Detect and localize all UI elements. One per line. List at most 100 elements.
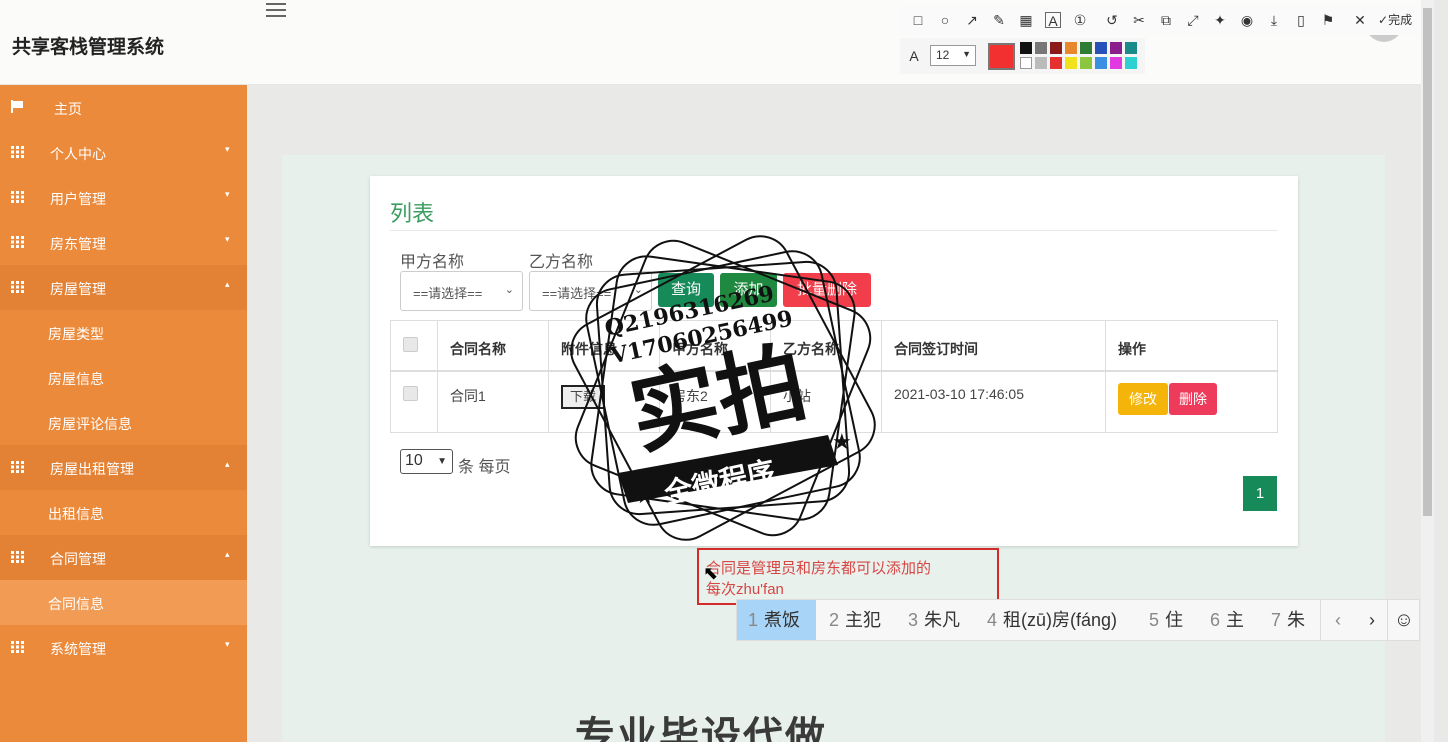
- sidebar-item-user-management[interactable]: 用户管理 ▾: [0, 175, 247, 220]
- ime-candidate[interactable]: 1 煮饭: [737, 600, 816, 640]
- sidebar-item-system-management[interactable]: 系统管理 ▾: [0, 625, 247, 670]
- bookmark-icon[interactable]: ⚑: [1320, 12, 1336, 28]
- number-tool-icon[interactable]: ①: [1072, 12, 1088, 28]
- translate-icon[interactable]: ⧉: [1158, 12, 1174, 28]
- page-scrollbar[interactable]: [1421, 0, 1434, 742]
- emoji-icon[interactable]: ☺: [1389, 600, 1419, 640]
- pen-tool-icon[interactable]: ✎: [991, 12, 1007, 28]
- ime-candidate-text: 朱凡: [924, 610, 961, 630]
- ime-candidate[interactable]: 5住: [1138, 600, 1194, 640]
- rectangle-tool-icon[interactable]: □: [910, 12, 926, 28]
- record-icon[interactable]: ◉: [1239, 12, 1255, 28]
- color-swatch[interactable]: [1020, 57, 1032, 69]
- annotation-line2: 每次zhu'fan: [706, 581, 784, 598]
- grid-icon: [11, 461, 25, 473]
- font-size-select[interactable]: 12 ▼: [930, 45, 976, 66]
- watermark-stamp: Q2196316269 V17060256499 实拍 全微程序 ★ ★: [570, 235, 876, 541]
- color-swatch[interactable]: [1125, 42, 1137, 54]
- color-swatch[interactable]: [1125, 57, 1137, 69]
- party-a-select[interactable]: ==请选择== ⌄: [400, 271, 523, 311]
- pin-icon[interactable]: ✦: [1212, 12, 1228, 28]
- per-page-text: 条 每页: [458, 459, 511, 476]
- ime-prev-button[interactable]: ‹: [1321, 600, 1355, 640]
- sidebar-item-label: 房屋类型: [48, 326, 104, 342]
- sidebar-item-personal-center[interactable]: 个人中心 ▾: [0, 130, 247, 175]
- color-swatch[interactable]: [1065, 42, 1077, 54]
- page-number-button[interactable]: 1: [1243, 476, 1277, 511]
- sidebar-item-contract-management[interactable]: 合同管理 ▴: [0, 535, 247, 580]
- arrow-tool-icon[interactable]: ↗: [964, 12, 980, 28]
- undo-icon[interactable]: ↺: [1104, 12, 1120, 28]
- color-swatch[interactable]: [1110, 42, 1122, 54]
- ime-candidate[interactable]: 6主: [1199, 600, 1255, 640]
- done-button[interactable]: ✓完成: [1378, 12, 1418, 28]
- cursor-icon: ⬉: [703, 563, 719, 583]
- ime-next-button[interactable]: ›: [1355, 600, 1389, 640]
- sidebar-item-house-info[interactable]: 房屋信息: [0, 355, 247, 400]
- done-label: 完成: [1388, 13, 1413, 27]
- color-swatch[interactable]: [1035, 57, 1047, 69]
- ime-candidate[interactable]: 3 朱凡: [897, 600, 971, 640]
- sidebar-item-rental-info[interactable]: 出租信息: [0, 490, 247, 535]
- sidebar-item-label: 个人中心: [50, 146, 106, 162]
- ime-candidate[interactable]: 2 主犯: [818, 600, 892, 640]
- sidebar-item-home[interactable]: 主页: [0, 85, 247, 130]
- scrollbar-thumb[interactable]: [1423, 8, 1432, 516]
- sidebar-item-contract-info[interactable]: 合同信息: [0, 580, 247, 625]
- color-swatch[interactable]: [1050, 57, 1062, 69]
- color-swatch[interactable]: [1020, 42, 1032, 54]
- close-icon[interactable]: ✕: [1352, 12, 1368, 28]
- download-icon[interactable]: ⤓: [1266, 12, 1282, 28]
- table-cell: 合同1: [438, 371, 549, 433]
- color-swatch[interactable]: [1110, 57, 1122, 69]
- mosaic-tool-icon[interactable]: ▦: [1018, 12, 1034, 28]
- chevron-down-icon: ▾: [225, 234, 230, 244]
- page-size-select[interactable]: 10 ▼: [400, 449, 453, 474]
- current-color-swatch[interactable]: [988, 43, 1015, 70]
- sidebar-item-landlord-management[interactable]: 房东管理 ▾: [0, 220, 247, 265]
- party-a-label: 甲方名称: [400, 254, 465, 271]
- row-checkbox[interactable]: [403, 386, 418, 401]
- text-tool-icon[interactable]: A: [1045, 12, 1061, 29]
- phone-icon[interactable]: ▯: [1293, 12, 1309, 28]
- table-cell: 2021-03-10 17:46:05: [882, 371, 1106, 433]
- annotation-line1: 合同是管理员和房东都可以添加的: [706, 560, 932, 577]
- app-title: 共享客栈管理系统: [12, 37, 165, 58]
- sidebar-item-house-management[interactable]: 房屋管理 ▴: [0, 265, 247, 310]
- annotation-textbox[interactable]: 合同是管理员和房东都可以添加的 每次zhu'fan: [697, 548, 999, 605]
- cut-icon[interactable]: ✂: [1131, 12, 1147, 28]
- color-swatch[interactable]: [1050, 42, 1062, 54]
- party-a-select-value: ==请选择==: [413, 286, 483, 301]
- sidebar-item-label: 房屋评论信息: [48, 416, 132, 432]
- ime-candidate[interactable]: 4 租(zū)房(fáng): [976, 600, 1128, 640]
- page-size-value: 10: [405, 452, 423, 469]
- ime-candidate[interactable]: 7朱: [1260, 600, 1316, 640]
- font-size-value: 12: [936, 48, 950, 62]
- ime-candidate-number: 7: [1271, 610, 1282, 630]
- sidebar-item-house-type[interactable]: 房屋类型: [0, 310, 247, 355]
- sidebar-item-label: 房屋出租管理: [50, 461, 134, 477]
- ime-candidate-number: 1: [748, 610, 759, 630]
- select-all-checkbox[interactable]: [403, 337, 418, 352]
- ellipse-tool-icon[interactable]: ○: [937, 12, 953, 28]
- color-swatch[interactable]: [1095, 42, 1107, 54]
- color-swatch[interactable]: [1095, 57, 1107, 69]
- color-swatch[interactable]: [1035, 42, 1047, 54]
- ime-candidate-text: 煮饭: [764, 610, 801, 630]
- sidebar-item-house-comments[interactable]: 房屋评论信息: [0, 400, 247, 445]
- color-swatch[interactable]: [1065, 57, 1077, 69]
- table-cell: 修改 删除: [1106, 371, 1277, 433]
- grid-icon: [11, 146, 25, 158]
- edit-button[interactable]: 修改: [1118, 383, 1168, 415]
- chevron-down-icon: ⌄: [504, 284, 514, 296]
- menu-toggle-icon[interactable]: [266, 3, 286, 17]
- expand-icon[interactable]: ⤢: [1185, 12, 1201, 28]
- grid-icon: [11, 281, 25, 293]
- table-row-checkbox-cell: [391, 371, 438, 433]
- sidebar-item-rental-management[interactable]: 房屋出租管理 ▴: [0, 445, 247, 490]
- color-swatch[interactable]: [1080, 57, 1092, 69]
- ime-candidate-text: 租(zū)房(fáng): [1003, 610, 1118, 630]
- delete-button[interactable]: 删除: [1169, 383, 1217, 415]
- annotation-toolbar: □ ○ ↗ ✎ ▦ A ① ↺ ✂ ⧉ ⤢ ✦ ◉ ⤓ ▯ ⚑ ✕ ✓完成: [900, 5, 1421, 35]
- color-swatch[interactable]: [1080, 42, 1092, 54]
